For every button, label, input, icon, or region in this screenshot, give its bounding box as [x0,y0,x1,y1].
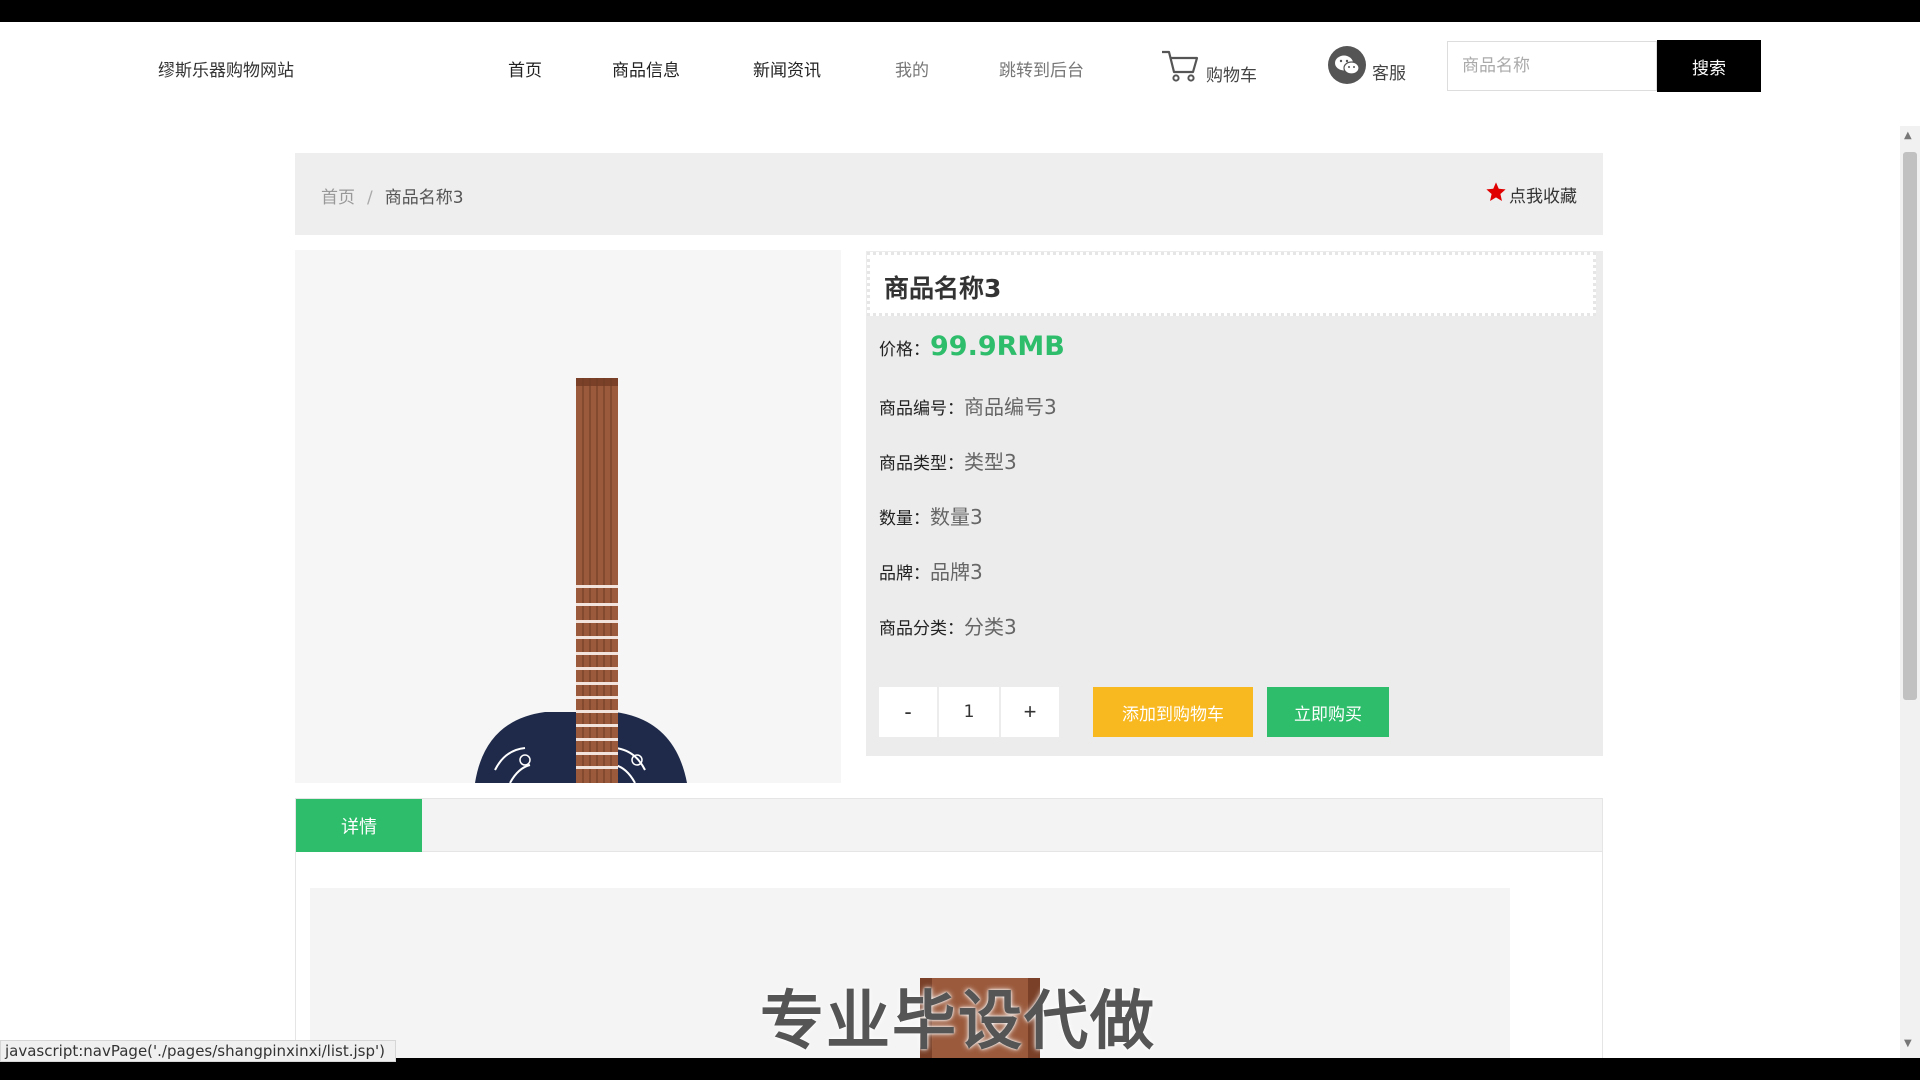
scroll-up-arrow-icon[interactable]: ▲ [1904,130,1912,141]
breadcrumb-home[interactable]: 首页 [321,188,355,208]
category-label: 商品分类： [879,619,964,639]
add-to-cart-button[interactable]: 添加到购物车 [1093,687,1253,737]
quantity-input[interactable]: 1 [937,687,1001,737]
favorite-button[interactable]: 点我收藏 [1485,181,1577,208]
nav-products[interactable]: 商品信息 [612,56,680,81]
tab-details[interactable]: 详情 [296,799,422,852]
quantity-row: 数量：数量3 [879,501,983,530]
nav-news[interactable]: 新闻资讯 [753,56,821,81]
quantity-label: 数量： [879,509,930,529]
cart-label: 购物车 [1206,66,1257,86]
scroll-down-arrow-icon[interactable]: ▼ [1904,1038,1912,1049]
site-header: 缪斯乐器购物网站 首页 商品信息 新闻资讯 我的 跳转到后台 购物车 客服 商品… [0,22,1920,114]
cart-link[interactable]: 购物车 [1160,48,1257,89]
type-value: 类型3 [964,450,1017,474]
guitar-image [475,378,687,783]
brand-row: 品牌：品牌3 [879,556,983,585]
price-row: 价格：99.9RMB [879,331,1065,362]
service-label: 客服 [1372,63,1406,84]
site-brand: 缪斯乐器购物网站 [158,61,294,81]
product-info: 商品名称3 价格：99.9RMB 商品编号：商品编号3 商品类型：类型3 数量：… [866,251,1603,756]
nav-home[interactable]: 首页 [508,56,542,81]
quantity-plus-button[interactable]: + [1001,687,1059,737]
customer-service-link[interactable]: 客服 [1328,46,1406,84]
breadcrumb-separator: / [367,188,373,208]
quantity-stepper: - 1 + [879,687,1059,737]
quantity-minus-button[interactable]: - [879,687,937,737]
price-value: 99.9RMB [930,331,1065,362]
price-label: 价格： [879,340,930,360]
category-value: 分类3 [964,615,1017,639]
product-image [295,250,841,783]
wechat-icon [1328,46,1366,84]
buy-now-button[interactable]: 立即购买 [1267,687,1389,737]
code-label: 商品编号： [879,399,964,419]
type-row: 商品类型：类型3 [879,446,1017,475]
breadcrumb-bar: 首页 / 商品名称3 点我收藏 [295,153,1603,235]
product-title: 商品名称3 [884,274,1002,303]
browser-viewport: 缪斯乐器购物网站 首页 商品信息 新闻资讯 我的 跳转到后台 购物车 客服 商品… [0,22,1920,1058]
detail-tabs: 详情 [295,798,1603,852]
type-label: 商品类型： [879,454,964,474]
nav-admin[interactable]: 跳转到后台 [999,56,1084,81]
breadcrumb: 首页 / 商品名称3 [321,183,464,208]
code-value: 商品编号3 [964,395,1057,419]
search-button[interactable]: 搜索 [1657,40,1761,92]
breadcrumb-current: 商品名称3 [384,188,464,208]
star-icon [1485,181,1507,208]
brand-value: 品牌3 [930,560,983,584]
shopping-cart-icon [1160,48,1200,89]
page-scrollbar[interactable]: ▲ ▼ [1900,126,1920,1058]
search-input[interactable] [1447,41,1657,91]
watermark-overlay: 专业毕设代做 [760,985,1156,1059]
status-bar-url: javascript:navPage('./pages/shangpinxinx… [0,1040,396,1062]
brand-label: 品牌： [879,564,930,584]
code-row: 商品编号：商品编号3 [879,391,1057,420]
favorite-label: 点我收藏 [1509,187,1577,207]
nav-mine[interactable]: 我的 [895,56,929,81]
quantity-value: 数量3 [930,505,983,529]
category-row: 商品分类：分类3 [879,611,1017,640]
scrollbar-thumb[interactable] [1903,152,1917,700]
product-title-box: 商品名称3 [867,252,1596,316]
